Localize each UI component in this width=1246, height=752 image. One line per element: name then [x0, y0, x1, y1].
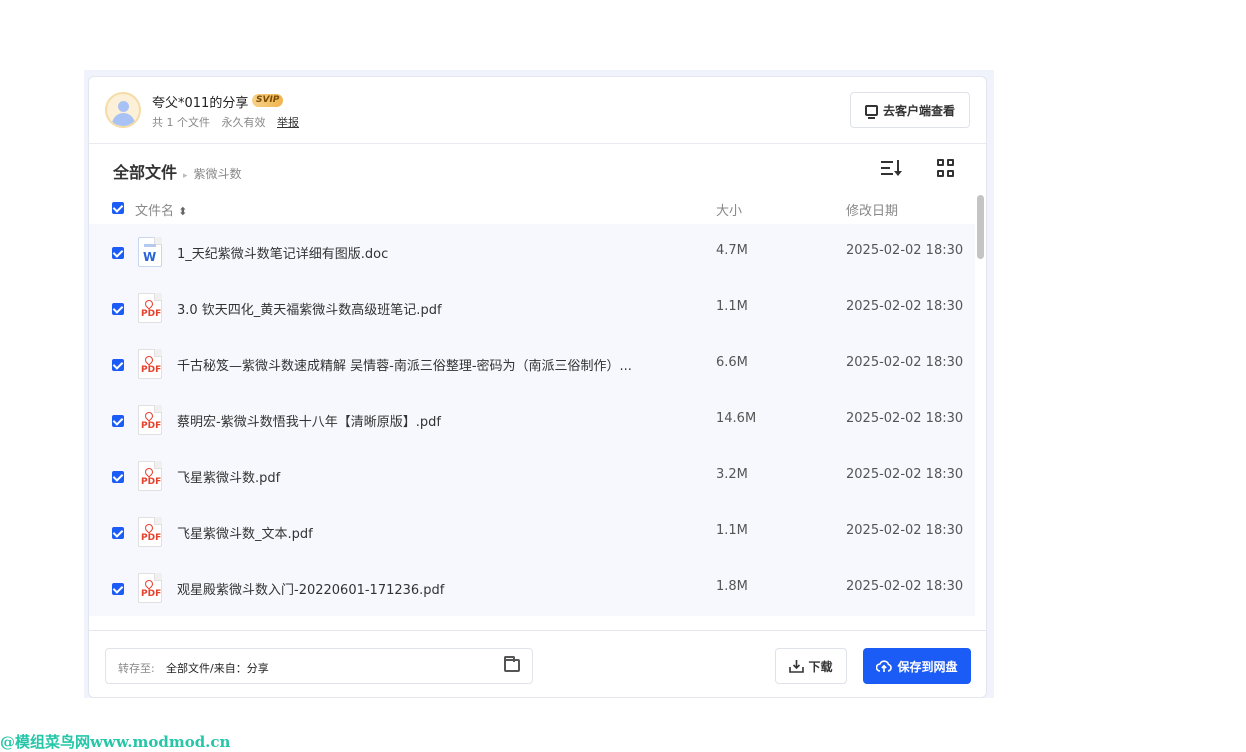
cloud-upload-icon: [876, 660, 893, 672]
share-header: 夸父*011的分享 SVIP 共 1 个文件 永久有效 举报 去客户端查看: [89, 77, 986, 144]
file-name[interactable]: 3.0 钦天四化_黄天福紫微斗数高级班笔记.pdf: [177, 299, 677, 318]
sort-icon[interactable]: [881, 159, 903, 177]
file-size: 1.1M: [716, 523, 748, 538]
file-date: 2025-02-02 18:30: [846, 467, 964, 482]
file-date: 2025-02-02 18:30: [846, 355, 964, 370]
file-list: W 1_天纪紫微斗数笔记详细有图版.doc 4.7M 2025-02-02 18:30…: [89, 224, 975, 630]
file-name[interactable]: 蔡明宏-紫微斗数悟我十八年【清晰原版】.pdf: [177, 411, 677, 430]
column-name-label: 文件名: [135, 204, 175, 219]
save-to-cloud-button[interactable]: 保存到网盘: [863, 648, 971, 684]
file-row[interactable]: PDF 飞星紫微斗数.pdf 3.2M 2025-02-02 18:30: [89, 448, 975, 504]
file-date: 2025-02-02 18:30: [846, 299, 964, 314]
file-size: 1.1M: [716, 299, 748, 314]
file-row[interactable]: PDF 飞星紫微斗数_文本.pdf 1.1M 2025-02-02 18:30: [89, 504, 975, 560]
file-size: 4.7M: [716, 243, 748, 258]
file-name[interactable]: 千古秘笈—紫微斗数速成精解 吴情蓉-南派三俗整理-密码为（南派三俗制作）...: [177, 355, 677, 374]
file-size: 14.6M: [716, 411, 757, 426]
file-name[interactable]: 1_天纪紫微斗数笔记详细有图版.doc: [177, 243, 677, 262]
open-client-button[interactable]: 去客户端查看: [850, 92, 970, 128]
file-row[interactable]: PDF 3.0 钦天四化_黄天福紫微斗数高级班笔记.pdf 1.1M 2025-02-…: [89, 280, 975, 336]
save-to-cloud-label: 保存到网盘: [897, 659, 958, 674]
save-destination-label: 转存至:: [118, 662, 155, 675]
pdf-file-icon: PDF: [138, 349, 162, 379]
scrollbar[interactable]: [977, 195, 984, 259]
download-label: 下载: [808, 659, 833, 674]
file-checkbox[interactable]: [112, 247, 124, 259]
monitor-icon: [864, 104, 878, 119]
save-destination-field[interactable]: 转存至: 全部文件/来自：分享: [105, 648, 533, 684]
share-panel: 夸父*011的分享 SVIP 共 1 个文件 永久有效 举报 去客户端查看 全部…: [88, 76, 987, 698]
breadcrumb: 全部文件 ▸ 紫微斗数: [113, 159, 242, 183]
select-all-checkbox[interactable]: [112, 202, 124, 214]
footer-bar: 转存至: 全部文件/来自：分享 下载 保存到网盘: [89, 630, 986, 697]
column-header: 文件名 ⬍ 大小 修改日期: [89, 194, 986, 224]
column-date: 修改日期: [846, 204, 899, 219]
file-date: 2025-02-02 18:30: [846, 579, 964, 594]
file-size: 1.8M: [716, 579, 748, 594]
file-date: 2025-02-02 18:30: [846, 411, 964, 426]
pdf-file-icon: PDF: [138, 293, 162, 323]
save-destination-value: 全部文件/来自：分享: [166, 662, 269, 675]
download-icon: [789, 660, 805, 673]
file-row[interactable]: PDF 观星殿紫微斗数入门-20220601-171236.pdf 1.8M 2025…: [89, 560, 975, 616]
file-row[interactable]: PDF 蔡明宏-紫微斗数悟我十八年【清晰原版】.pdf 14.6M 2025-02-0…: [89, 392, 975, 448]
breadcrumb-root[interactable]: 全部文件: [113, 159, 177, 183]
doc-file-icon: W: [138, 237, 162, 267]
validity: 永久有效: [221, 116, 266, 129]
file-checkbox[interactable]: [112, 303, 124, 315]
pdf-file-icon: PDF: [138, 573, 162, 603]
share-meta: 共 1 个文件 永久有效 举报: [152, 114, 307, 130]
file-checkbox[interactable]: [112, 471, 124, 483]
file-date: 2025-02-02 18:30: [846, 523, 964, 538]
breadcrumb-current: 紫微斗数: [193, 167, 242, 181]
pdf-file-icon: PDF: [138, 461, 162, 491]
avatar: [105, 92, 141, 128]
file-checkbox[interactable]: [112, 527, 124, 539]
file-size: 3.2M: [716, 467, 748, 482]
report-link[interactable]: 举报: [277, 116, 299, 129]
file-name[interactable]: 飞星紫微斗数.pdf: [177, 467, 677, 486]
grid-view-icon[interactable]: [937, 159, 955, 177]
column-size: 大小: [716, 204, 743, 219]
file-count: 共 1 个文件: [152, 116, 210, 129]
folder-icon[interactable]: [504, 656, 520, 672]
file-date: 2025-02-02 18:30: [846, 243, 964, 258]
open-client-label: 去客户端查看: [882, 103, 955, 118]
share-title: 夸父*011的分享: [152, 96, 249, 111]
download-button[interactable]: 下载: [775, 648, 847, 684]
column-name[interactable]: 文件名 ⬍: [135, 200, 187, 219]
file-checkbox[interactable]: [112, 359, 124, 371]
sort-toggle-icon: ⬍: [178, 205, 188, 218]
file-checkbox[interactable]: [112, 415, 124, 427]
file-checkbox[interactable]: [112, 583, 124, 595]
file-name[interactable]: 观星殿紫微斗数入门-20220601-171236.pdf: [177, 579, 677, 598]
pdf-file-icon: PDF: [138, 405, 162, 435]
breadcrumb-separator-icon: ▸: [183, 171, 188, 181]
svip-badge: SVIP: [252, 94, 284, 107]
file-size: 6.6M: [716, 355, 748, 370]
file-row[interactable]: W 1_天纪紫微斗数笔记详细有图版.doc 4.7M 2025-02-02 18:30: [89, 224, 975, 280]
file-name[interactable]: 飞星紫微斗数_文本.pdf: [177, 523, 677, 542]
file-row[interactable]: PDF 千古秘笈—紫微斗数速成精解 吴情蓉-南派三俗整理-密码为（南派三俗制作）.…: [89, 336, 975, 392]
pdf-file-icon: PDF: [138, 517, 162, 547]
